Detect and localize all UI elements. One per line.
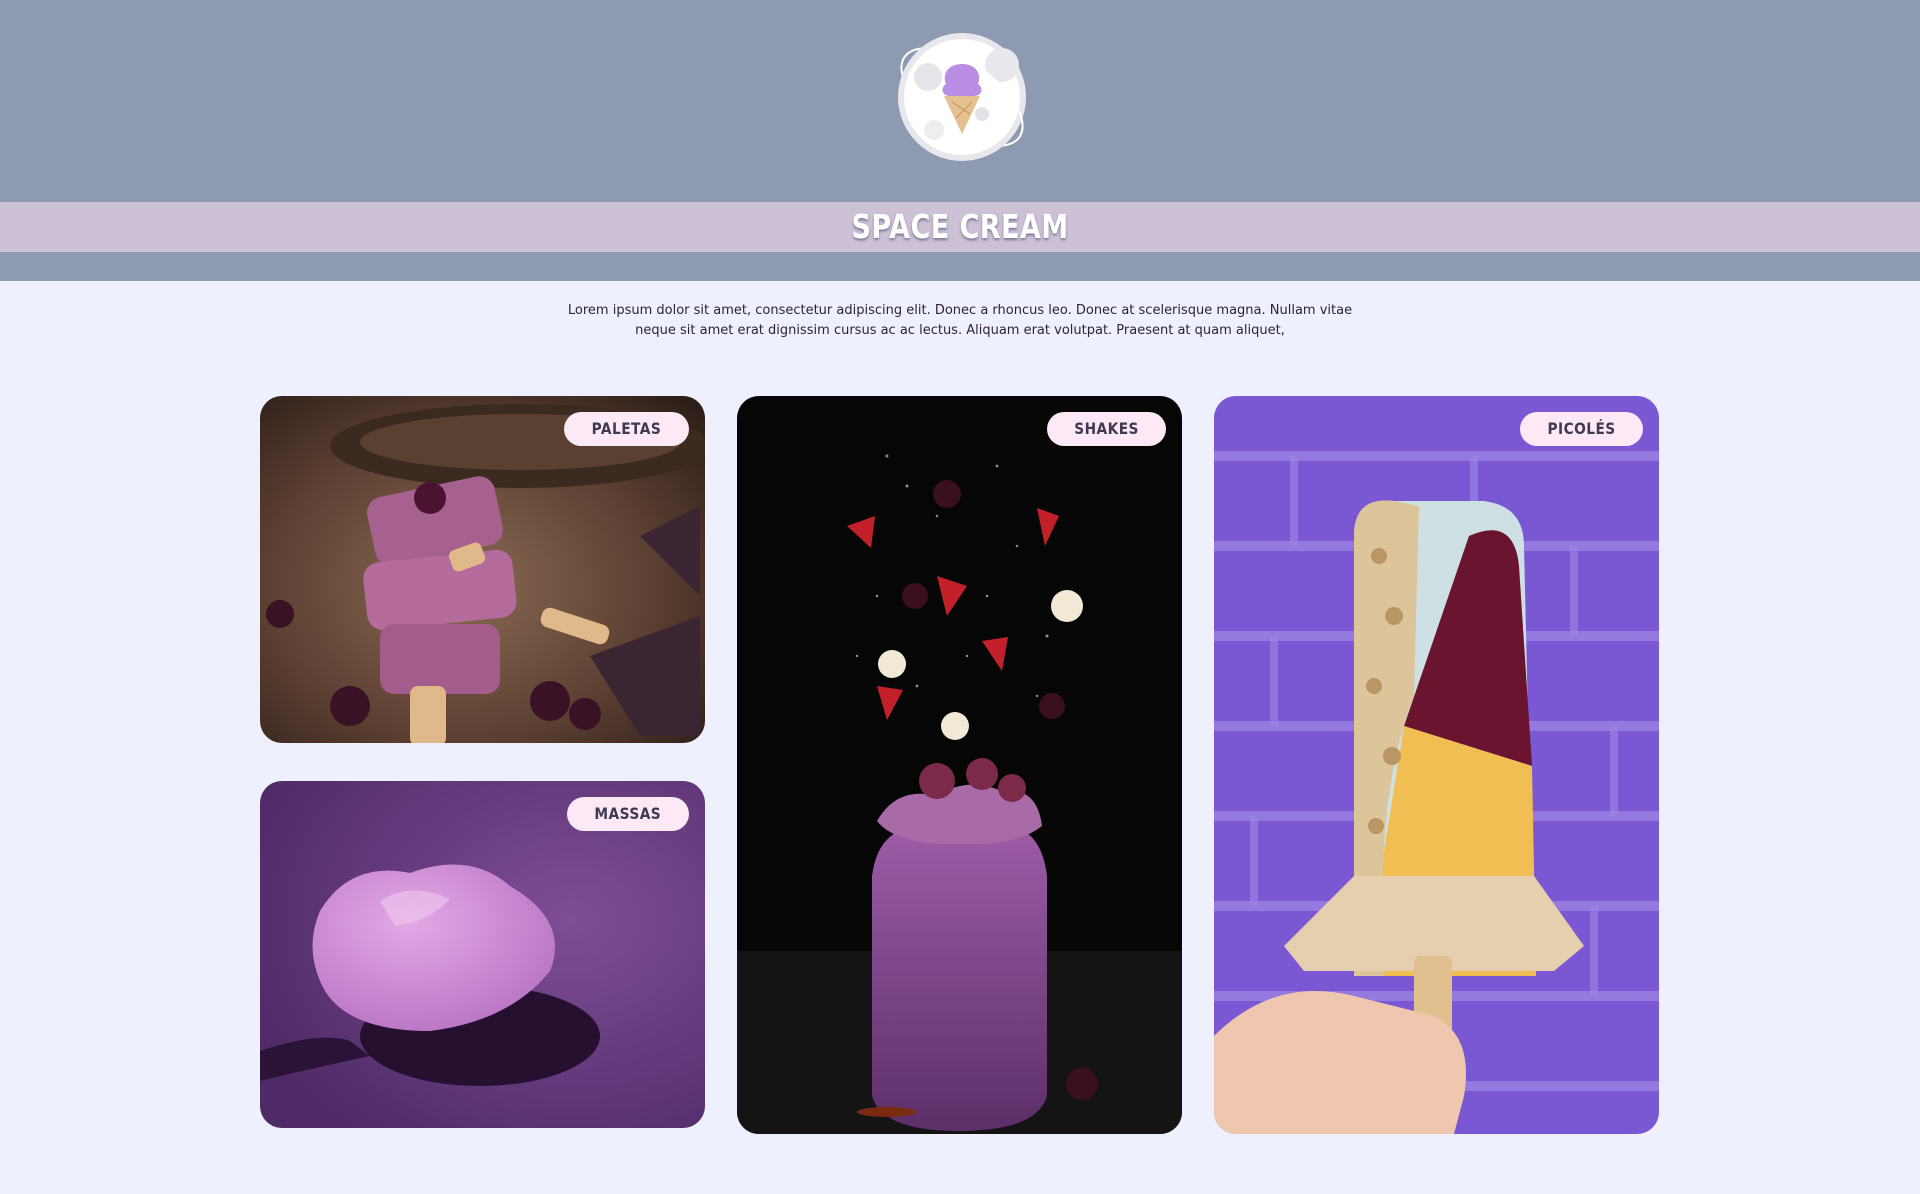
category-label: PICOLÉS: [1547, 419, 1616, 438]
category-pill-shakes[interactable]: SHAKES: [1046, 412, 1166, 446]
paletas-photo: [260, 396, 705, 743]
category-label: PALETAS: [591, 419, 662, 438]
category-pill-paletas[interactable]: PALETAS: [564, 412, 689, 446]
intro-text: Lorem ipsum dolor sit amet, consectetur …: [567, 303, 1353, 338]
category-card-paletas[interactable]: PALETAS: [260, 396, 705, 743]
category-pill-picoles[interactable]: PICOLÉS: [1519, 412, 1643, 446]
category-card-shakes[interactable]: SHAKES: [737, 396, 1182, 1134]
ice-cream-planet-icon[interactable]: [872, 22, 1052, 172]
picoles-photo: [1214, 396, 1659, 1134]
category-label: SHAKES: [1074, 419, 1139, 438]
category-card-picoles[interactable]: PICOLÉS: [1214, 396, 1659, 1134]
site-title: SPACE CREAM: [851, 207, 1069, 246]
massas-photo: [260, 781, 705, 1128]
category-card-massas[interactable]: MASSAS: [260, 781, 705, 1128]
shakes-photo: [737, 396, 1182, 1134]
category-label: MASSAS: [594, 804, 662, 823]
category-pill-massas[interactable]: MASSAS: [567, 797, 689, 831]
